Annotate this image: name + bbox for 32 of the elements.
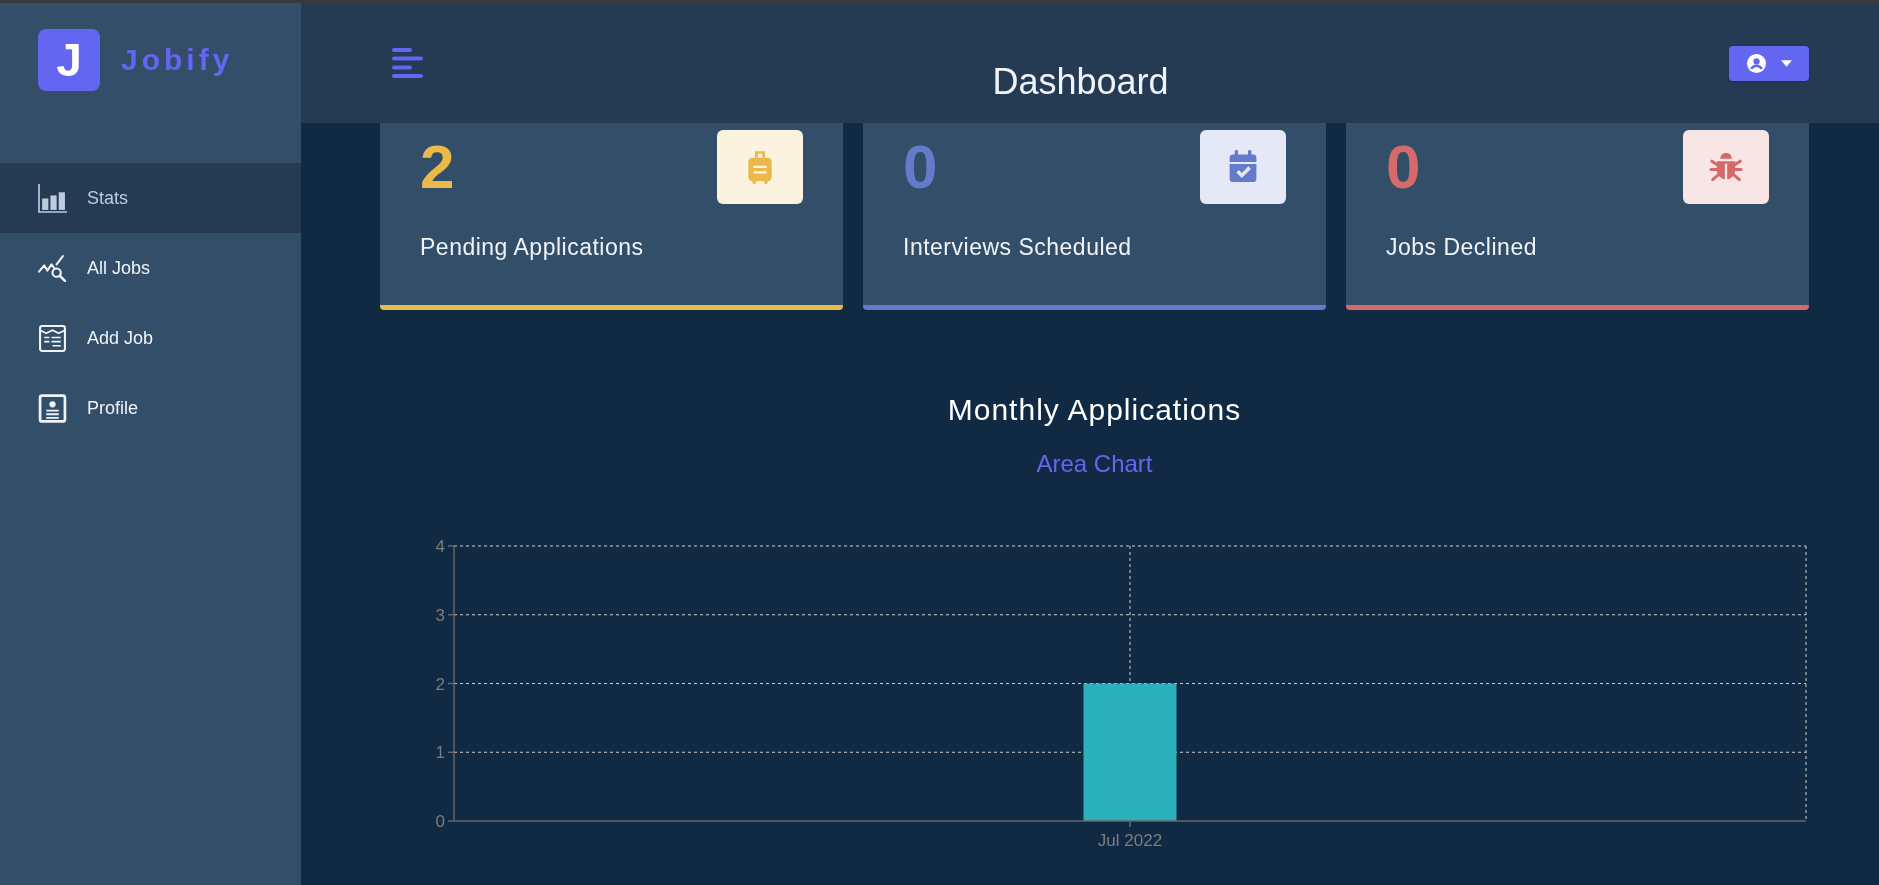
user-circle-icon — [1746, 53, 1766, 73]
sidebar-item[interactable]: Stats — [0, 163, 301, 233]
sidebar-toggle-button[interactable] — [392, 48, 423, 78]
bug-icon — [1683, 130, 1769, 204]
chart-title: Monthly Applications — [947, 392, 1242, 428]
y-tick-label: 2 — [435, 674, 445, 694]
logo-text: Jobify — [121, 43, 234, 77]
y-tick-label: 0 — [435, 812, 445, 831]
stat-count: 0 — [1386, 136, 1421, 198]
stat-label: Interviews Scheduled — [903, 234, 1133, 260]
calendar-check-icon — [1200, 130, 1286, 204]
stat-label: Jobs Declined — [1386, 234, 1538, 260]
sidebar-item[interactable]: Profile — [0, 373, 301, 443]
stat-label: Pending Applications — [420, 234, 645, 260]
id-card-icon — [38, 393, 67, 423]
suitcase-icon — [717, 130, 803, 204]
form-icon — [38, 323, 67, 353]
sidebar-item[interactable]: All Jobs — [0, 233, 301, 303]
stat-count: 0 — [903, 136, 938, 198]
y-tick-label: 1 — [435, 743, 445, 763]
y-tick-label: 3 — [435, 605, 445, 625]
page-title: Dashboard — [992, 60, 1169, 104]
stat-count: 2 — [420, 136, 455, 198]
caret-down-icon — [1780, 59, 1792, 67]
logo-mark: J — [38, 29, 100, 91]
user-menu-button[interactable] — [1729, 45, 1809, 81]
bar-chart-icon — [38, 183, 67, 213]
sidebar-item[interactable]: Add Job — [0, 303, 301, 373]
y-tick-label: 4 — [435, 537, 445, 556]
x-tick-label: Jul 2022 — [1097, 831, 1163, 850]
chart-magnifier-icon — [38, 253, 67, 283]
menu-icon — [392, 48, 423, 78]
